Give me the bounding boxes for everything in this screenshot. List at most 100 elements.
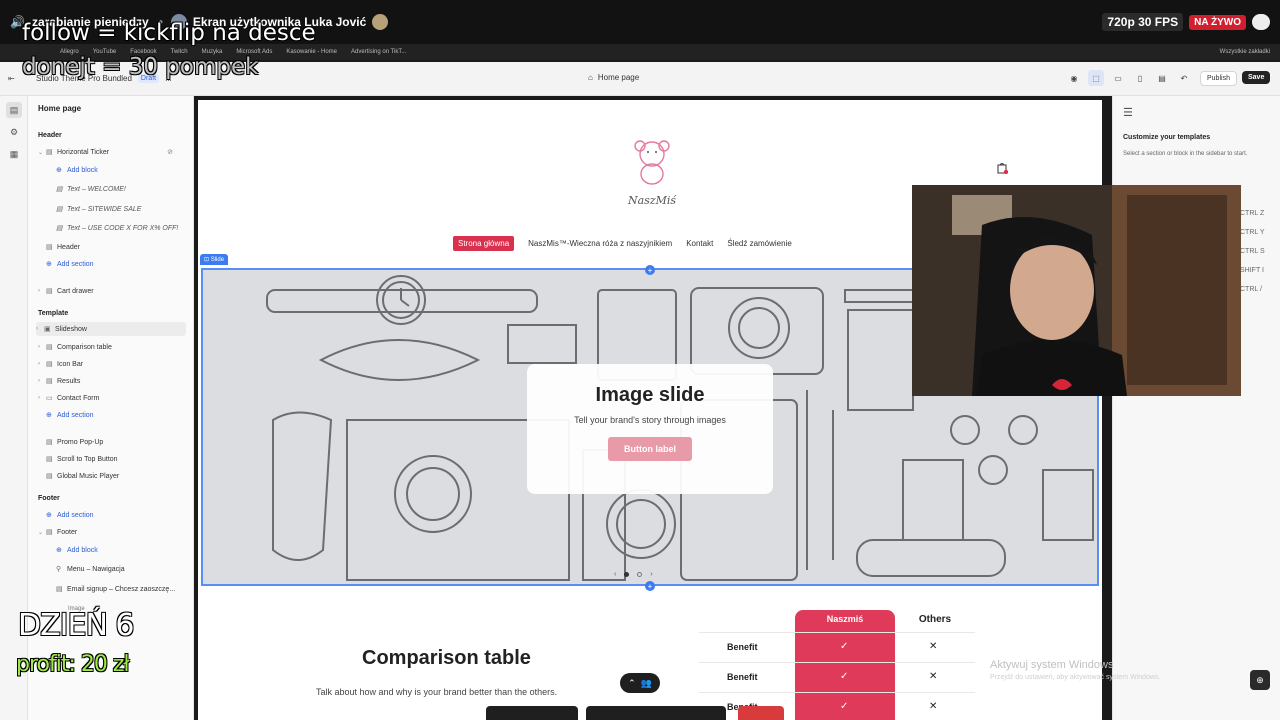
nav-item-home[interactable]: Strona główna <box>453 236 515 251</box>
add-icon: ⊕ <box>46 261 52 268</box>
mic-button[interactable] <box>486 706 578 720</box>
sidebar-item-promo-popup[interactable]: ▤ Promo Pop-Up <box>46 435 103 449</box>
benefit-label: Benefit <box>727 642 758 652</box>
slide-button[interactable]: Button label <box>608 437 692 461</box>
add-section-top-icon[interactable]: + <box>645 265 655 275</box>
add-section-button[interactable]: ⊕ Add section <box>46 508 94 522</box>
share-buttons[interactable] <box>586 706 726 720</box>
cross-icon: ✕ <box>929 641 938 652</box>
cross-icon: ✕ <box>929 701 938 712</box>
header-group-label: Header <box>38 131 62 139</box>
sidebar-item-icon-bar[interactable]: › ▤ Icon Bar <box>38 357 83 371</box>
comparison-subtitle: Talk about how and why is your brand bet… <box>316 687 558 697</box>
inspector-icon[interactable]: ◉ <box>1066 70 1082 86</box>
section-icon: ▤ <box>46 288 53 295</box>
shortcut: CTRL / <box>1240 286 1262 293</box>
bookmark-item[interactable]: Advertising on TikT... <box>351 49 406 55</box>
view-tools: ◉ ⬚ ▭ ▯ ▤ ↶ <box>1066 70 1192 86</box>
save-button[interactable]: Save <box>1242 71 1271 84</box>
section-icon: ▤ <box>46 244 53 251</box>
select-icon[interactable]: ⬚ <box>1088 70 1104 86</box>
slide-prev-icon[interactable]: ‹ <box>614 571 616 578</box>
add-block-button[interactable]: ⊕ Add block <box>56 543 98 557</box>
block-icon: ▤ <box>56 586 63 593</box>
mobile-icon[interactable]: ▯ <box>1132 70 1148 86</box>
panel-text: Select a section or block in the sidebar… <box>1123 151 1248 157</box>
logo-text: NaszMiś <box>627 194 677 207</box>
overlay-donate: donejt = 30 pompek <box>22 54 259 80</box>
page-selector[interactable]: ⌂ Home page <box>588 73 639 82</box>
customize-icon: ☰ <box>1123 107 1133 119</box>
template-group-label: Template <box>38 309 69 317</box>
add-block-button[interactable]: ⊕ Add block <box>56 163 98 177</box>
comparison-title: Comparison table <box>362 647 531 669</box>
bookmark-item[interactable]: Kasowanie - Home <box>286 49 337 55</box>
sidebar-block-text[interactable]: ▤ Text – WELCOME! <box>56 182 126 196</box>
sidebar-item-cart-drawer[interactable]: › ▤ Cart drawer <box>38 284 94 298</box>
desktop-icon[interactable]: ▭ <box>1110 70 1126 86</box>
section-icon: ▤ <box>46 439 53 446</box>
sidebar-item-scroll-top[interactable]: ▤ Scroll to Top Button <box>46 452 118 466</box>
sidebar-item-slideshow[interactable]: › ▣ Slideshow <box>36 322 186 336</box>
sidebar-item-results[interactable]: › ▤ Results <box>38 374 80 388</box>
publish-button[interactable]: Publish <box>1200 71 1237 86</box>
slide-dot[interactable] <box>624 572 630 577</box>
exit-icon[interactable]: ⇤ <box>8 74 22 83</box>
add-section-bottom-icon[interactable]: + <box>645 581 655 591</box>
sidebar-item-footer[interactable]: ⌄ ▤ Footer <box>38 525 77 539</box>
chat-icon[interactable] <box>1252 14 1270 30</box>
sidebar-item-music-player[interactable]: ▤ Global Music Player <box>46 469 119 483</box>
hide-icon: ⊘ <box>167 149 174 156</box>
slide-dot[interactable] <box>637 572 643 577</box>
add-icon: ⊕ <box>46 412 52 419</box>
sidebar-page-title: Home page <box>38 104 82 113</box>
theme-settings-icon[interactable]: ⚙ <box>6 124 22 140</box>
panel-title: Customize your templates <box>1123 134 1211 141</box>
sidebar-block-text[interactable]: ▤ Text – USE CODE X FOR X% OFF! <box>56 221 178 235</box>
overlay-profit: profit: 20 zł <box>16 652 130 677</box>
add-icon: ⊕ <box>56 167 62 174</box>
others-column-title: Others <box>918 614 952 625</box>
nav-item-product[interactable]: NaszMis™-Wieczna róża z naszyjnikiem <box>528 239 672 248</box>
people-icon: 👥 <box>640 677 652 688</box>
shortcut: SHIFT I <box>1240 267 1264 274</box>
shortcut: CTRL Y <box>1240 229 1265 236</box>
sidebar-block-menu[interactable]: ⚲ Menu – Nawigacja <box>56 562 125 576</box>
sections-icon[interactable]: ▤ <box>6 102 22 118</box>
stream-controls[interactable]: ⌃ 👥 <box>620 673 660 693</box>
sidebar-item-contact-form[interactable]: › ▭ Contact Form <box>38 391 99 405</box>
block-icon: ▤ <box>56 206 63 213</box>
undo-icon[interactable]: ↶ <box>1176 70 1192 86</box>
sidebar-block-email[interactable]: ▤ Email signup – Chcesz zaoszczę... <box>56 582 175 596</box>
all-bookmarks[interactable]: Wszystkie zakładki <box>1220 49 1270 55</box>
add-section-button[interactable]: ⊕ Add section <box>46 408 94 422</box>
apps-icon[interactable]: ▦ <box>6 146 22 162</box>
section-icon: ▤ <box>46 529 53 536</box>
brand-column-title: Naszmiś <box>826 614 864 624</box>
nav-item-contact[interactable]: Kontakt <box>686 239 713 248</box>
nav-item-track-order[interactable]: Śledź zamówienie <box>727 239 791 248</box>
sidebar-item-comparison-table[interactable]: › ▤ Comparison table <box>38 340 112 354</box>
leave-button[interactable] <box>738 706 784 720</box>
teddy-logo[interactable]: NaszMiś <box>612 138 692 208</box>
add-icon: ⊕ <box>56 547 62 554</box>
zoom-icon[interactable]: ⊕ <box>1250 670 1270 690</box>
sidebar-block-text[interactable]: ▤ Text – SITEWIDE SALE <box>56 202 141 216</box>
slide-heading: Image slide <box>595 384 705 406</box>
slide-pagination: ‹ › <box>614 571 653 578</box>
cross-icon: ✕ <box>929 671 938 682</box>
table-row: Benefit ✓ ✕ <box>699 632 975 660</box>
viewer-avatar <box>372 14 389 30</box>
add-section-button[interactable]: ⊕ Add section <box>46 257 94 271</box>
cart-icon[interactable] <box>996 162 1008 174</box>
quality-badge[interactable]: 720p 30 FPS <box>1102 13 1184 31</box>
home-icon: ⌂ <box>588 73 593 82</box>
fullscreen-icon[interactable]: ▤ <box>1154 70 1170 86</box>
block-icon: ▤ <box>56 225 63 232</box>
sidebar-item-horizontal-ticker[interactable]: ⌄ ▤ Horizontal Ticker ⊘ <box>38 145 173 159</box>
slide-next-icon[interactable]: › <box>650 571 652 578</box>
overlay-follow: follow = kickflip na desce <box>22 20 316 46</box>
sidebar-item-header[interactable]: ▤ Header <box>46 240 80 254</box>
slideshow-icon: ▣ <box>44 326 51 333</box>
section-icon: ▤ <box>46 361 53 368</box>
